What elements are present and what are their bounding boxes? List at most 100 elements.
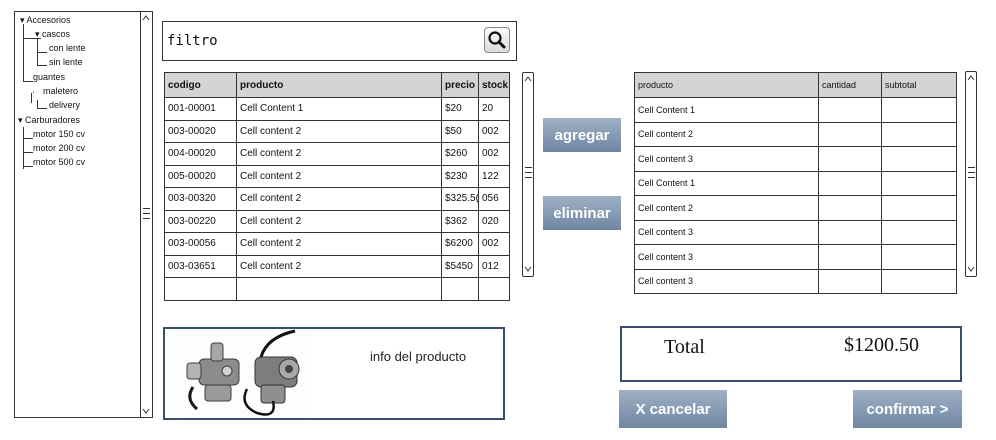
table-cell: Cell content 3 bbox=[634, 268, 819, 294]
total-panel: Total $1200.50 bbox=[620, 326, 962, 382]
table-row[interactable]: 001-00001 Cell Content 1 $20 20 bbox=[164, 97, 510, 121]
remove-button[interactable]: eliminar bbox=[543, 196, 621, 230]
table-row[interactable]: 004-00020 Cell content 2 $260 002 bbox=[164, 142, 510, 166]
category-tree[interactable]: ▾ Accesorios ▾ cascos con lente sin lent… bbox=[14, 11, 153, 418]
table-row[interactable]: Cell content 3 bbox=[634, 219, 957, 245]
products-table: codigo producto precio stock 001-00001 Ce… bbox=[164, 72, 510, 301]
table-cell: 002 bbox=[478, 119, 510, 143]
tree-item-carburadores[interactable]: ▾ Carburadores bbox=[18, 115, 80, 125]
scroll-grip-icon[interactable] bbox=[143, 208, 150, 209]
table-cell bbox=[818, 146, 882, 172]
table-cell: $50 bbox=[441, 119, 479, 143]
table-cell bbox=[818, 244, 882, 270]
confirm-button[interactable]: confirmar > bbox=[853, 390, 962, 428]
product-info-panel: info del producto bbox=[163, 327, 505, 420]
table-cell: Cell content 2 bbox=[634, 121, 819, 147]
table-row[interactable]: 003-00056 Cell content 2 $6200 002 bbox=[164, 232, 510, 256]
filter-input[interactable] bbox=[167, 30, 467, 52]
table-cell: Cell content 3 bbox=[634, 244, 819, 270]
cart-scrollbar[interactable] bbox=[965, 71, 977, 277]
table-row[interactable]: 003-03651 Cell content 2 $5450 012 bbox=[164, 254, 510, 278]
scroll-grip-line bbox=[525, 177, 532, 178]
tree-item-motor-500[interactable]: motor 500 cv bbox=[33, 157, 85, 167]
table-cell bbox=[881, 268, 957, 294]
table-cell: Cell content 2 bbox=[236, 254, 442, 278]
scroll-grip-icon[interactable] bbox=[525, 167, 532, 168]
column-header[interactable]: cantidad bbox=[818, 72, 882, 98]
table-row[interactable]: 003-00020 Cell content 2 $50 002 bbox=[164, 119, 510, 143]
table-header-row: codigo producto precio stock bbox=[164, 72, 510, 98]
table-row[interactable]: Cell content 3 bbox=[634, 244, 957, 270]
table-row[interactable]: Cell content 2 bbox=[634, 195, 957, 221]
tree-item-motor-200[interactable]: motor 200 cv bbox=[33, 143, 85, 153]
table-cell bbox=[881, 146, 957, 172]
table-row[interactable]: Cell Content 1 bbox=[634, 170, 957, 196]
tree-item-con-lente[interactable]: con lente bbox=[49, 43, 86, 53]
table-cell: 003-00056 bbox=[164, 232, 237, 256]
tree-item-label: Carburadores bbox=[25, 115, 81, 125]
column-header[interactable]: precio bbox=[441, 72, 479, 98]
table-cell: Cell content 2 bbox=[236, 187, 442, 211]
table-cell: $260 bbox=[441, 142, 479, 166]
table-row[interactable]: Cell content 2 bbox=[634, 121, 957, 147]
products-scrollbar[interactable] bbox=[522, 72, 534, 277]
table-cell bbox=[236, 277, 442, 301]
tree-scrollbar[interactable] bbox=[140, 12, 152, 417]
column-header[interactable]: producto bbox=[236, 72, 442, 98]
column-header[interactable]: stock bbox=[478, 72, 510, 98]
table-cell: 003-00320 bbox=[164, 187, 237, 211]
table-cell: Cell Content 1 bbox=[634, 97, 819, 123]
table-row[interactable]: Cell content 3 bbox=[634, 268, 957, 294]
table-cell: $20 bbox=[441, 97, 479, 121]
tree-item-cascos[interactable]: ▾ cascos bbox=[35, 29, 70, 39]
add-button[interactable]: agregar bbox=[543, 118, 621, 152]
table-cell: 002 bbox=[478, 142, 510, 166]
search-button[interactable] bbox=[484, 27, 510, 53]
table-cell: 003-03651 bbox=[164, 254, 237, 278]
tree-item-maletero[interactable]: maletero bbox=[43, 86, 78, 96]
scroll-down-icon[interactable] bbox=[142, 408, 150, 414]
table-cell: 20 bbox=[478, 97, 510, 121]
table-cell bbox=[818, 170, 882, 196]
table-cell: 012 bbox=[478, 254, 510, 278]
table-cell: Cell Content 1 bbox=[634, 170, 819, 196]
table-row[interactable]: 005-00020 Cell content 2 $230 122 bbox=[164, 164, 510, 188]
table-cell: Cell content 2 bbox=[236, 142, 442, 166]
table-row[interactable]: 003-00220 Cell content 2 $362 020 bbox=[164, 209, 510, 233]
table-row[interactable]: Cell Content 1 bbox=[634, 97, 957, 123]
scroll-up-icon[interactable] bbox=[142, 15, 150, 21]
scroll-down-icon[interactable] bbox=[524, 266, 532, 272]
table-cell: $5450 bbox=[441, 254, 479, 278]
tree-item-sin-lente[interactable]: sin lente bbox=[49, 57, 83, 67]
column-header[interactable]: subtotal bbox=[881, 72, 957, 98]
table-cell: 002 bbox=[478, 232, 510, 256]
table-row[interactable] bbox=[164, 277, 510, 301]
table-cell: Cell content 3 bbox=[634, 146, 819, 172]
table-cell: Cell content 2 bbox=[236, 119, 442, 143]
scroll-up-icon[interactable] bbox=[524, 76, 532, 82]
scroll-down-icon[interactable] bbox=[967, 266, 975, 272]
table-cell: Cell content 3 bbox=[634, 219, 819, 245]
table-cell bbox=[881, 219, 957, 245]
tree-item-label: cascos bbox=[42, 29, 71, 39]
table-cell: Cell content 2 bbox=[236, 209, 442, 233]
table-row[interactable]: Cell content 3 bbox=[634, 146, 957, 172]
table-cell: 003-00020 bbox=[164, 119, 237, 143]
table-cell: 005-00020 bbox=[164, 164, 237, 188]
table-cell: Cell content 2 bbox=[634, 195, 819, 221]
table-cell bbox=[478, 277, 510, 301]
scroll-up-icon[interactable] bbox=[967, 75, 975, 81]
cancel-button[interactable]: X cancelar bbox=[619, 390, 727, 428]
tree-item-delivery[interactable]: delivery bbox=[49, 100, 80, 110]
table-cell: Cell Content 1 bbox=[236, 97, 442, 121]
table-row[interactable]: 003-00320 Cell content 2 $325.5(056 bbox=[164, 187, 510, 211]
tree-item-guantes[interactable]: guantes bbox=[33, 72, 65, 82]
table-cell: 001-00001 bbox=[164, 97, 237, 121]
tree-item-motor-150[interactable]: motor 150 cv bbox=[33, 129, 85, 139]
scroll-grip-icon[interactable] bbox=[968, 167, 975, 168]
tree-item-accesorios[interactable]: ▾ Accesorios bbox=[20, 15, 71, 25]
table-cell: 003-00220 bbox=[164, 209, 237, 233]
column-header[interactable]: codigo bbox=[164, 72, 237, 98]
table-cell bbox=[881, 244, 957, 270]
column-header[interactable]: producto bbox=[634, 72, 819, 98]
